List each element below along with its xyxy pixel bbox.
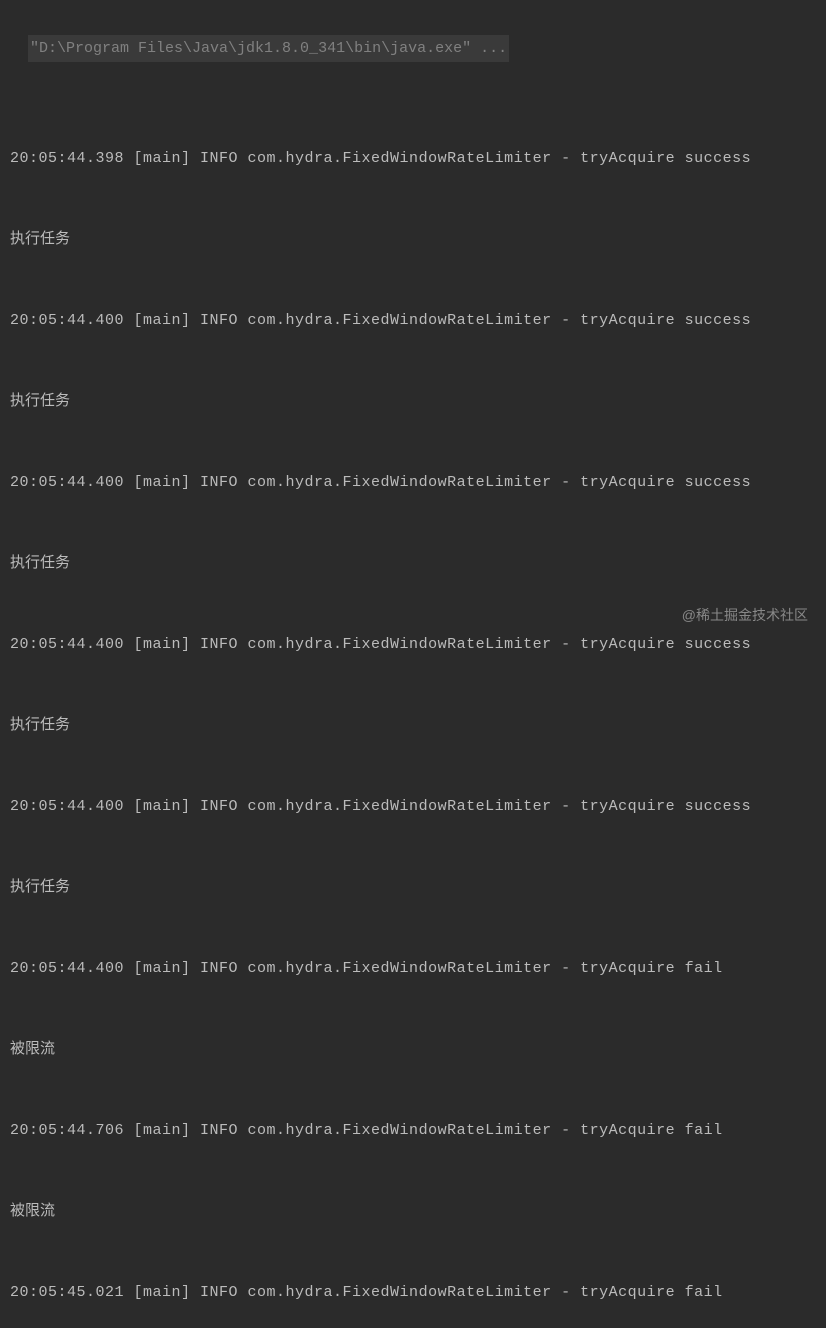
task-result: 被限流 bbox=[10, 1198, 816, 1225]
command-line: "D:\Program Files\Java\jdk1.8.0_341\bin\… bbox=[28, 35, 509, 62]
task-result: 执行任务 bbox=[10, 226, 816, 253]
log-line: 20:05:44.400 [main] INFO com.hydra.Fixed… bbox=[10, 955, 816, 982]
log-line: 20:05:44.400 [main] INFO com.hydra.Fixed… bbox=[10, 631, 816, 658]
log-line: 20:05:44.706 [main] INFO com.hydra.Fixed… bbox=[10, 1117, 816, 1144]
task-result: 执行任务 bbox=[10, 712, 816, 739]
log-line: 20:05:45.021 [main] INFO com.hydra.Fixed… bbox=[10, 1279, 816, 1306]
task-result: 执行任务 bbox=[10, 550, 816, 577]
log-line: 20:05:44.398 [main] INFO com.hydra.Fixed… bbox=[10, 145, 816, 172]
log-line: 20:05:44.400 [main] INFO com.hydra.Fixed… bbox=[10, 469, 816, 496]
task-result: 被限流 bbox=[10, 1036, 816, 1063]
task-result: 执行任务 bbox=[10, 874, 816, 901]
console-output[interactable]: "D:\Program Files\Java\jdk1.8.0_341\bin\… bbox=[10, 8, 816, 1328]
watermark: @稀土掘金技术社区 bbox=[682, 603, 808, 628]
log-line: 20:05:44.400 [main] INFO com.hydra.Fixed… bbox=[10, 793, 816, 820]
log-line: 20:05:44.400 [main] INFO com.hydra.Fixed… bbox=[10, 307, 816, 334]
task-result: 执行任务 bbox=[10, 388, 816, 415]
log-entries: 20:05:44.398 [main] INFO com.hydra.Fixed… bbox=[10, 91, 816, 1328]
